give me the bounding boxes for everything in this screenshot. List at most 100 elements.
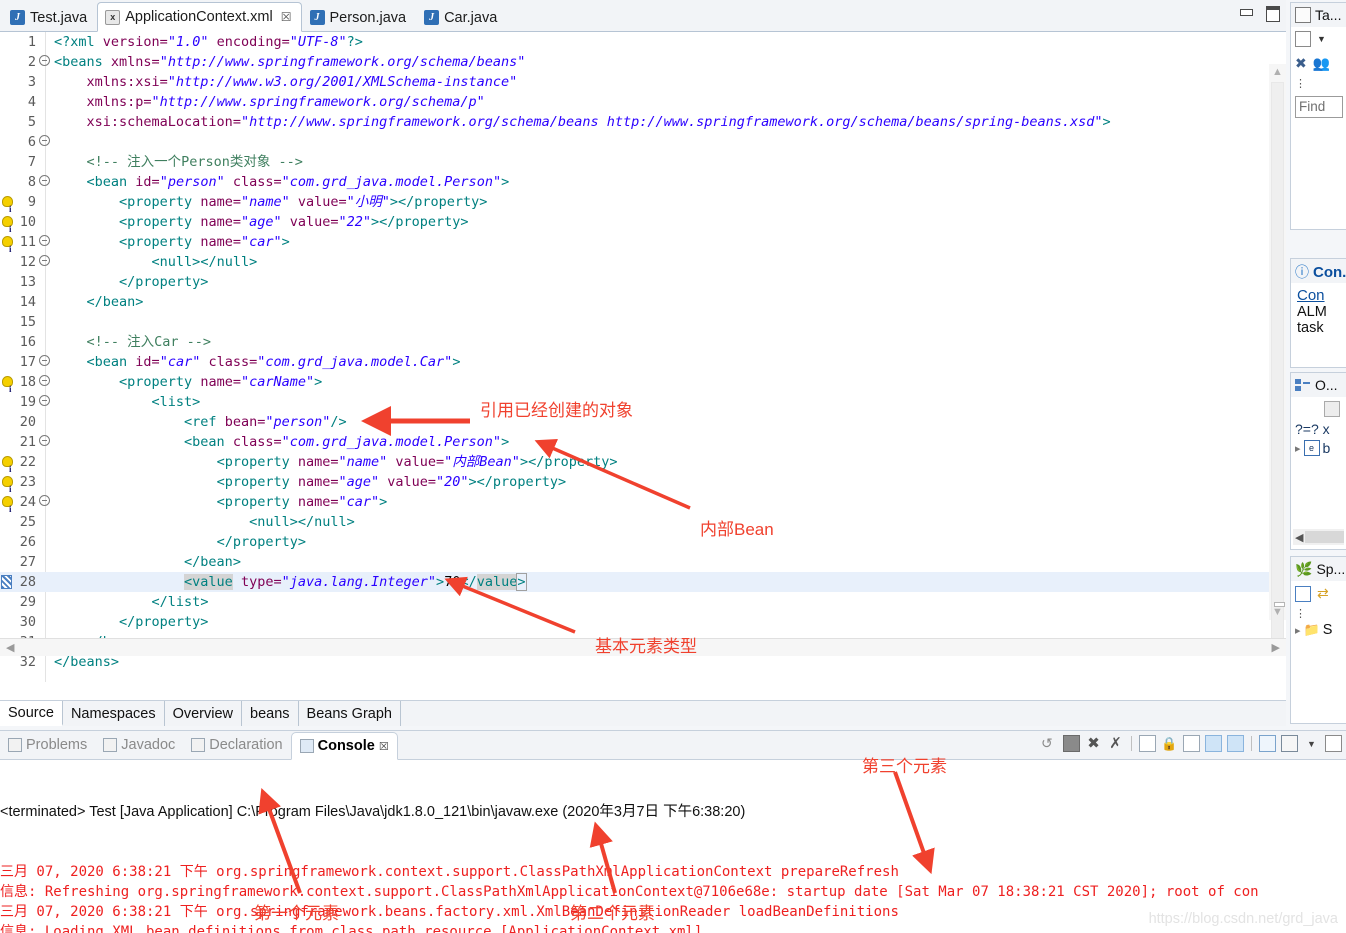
- scroll-right-icon[interactable]: ▶: [1266, 641, 1286, 654]
- collapse-all-icon[interactable]: [1295, 585, 1311, 602]
- code-line[interactable]: 17 <bean id="car" class="com.grd_java.mo…: [0, 352, 1286, 372]
- fold-toggle-icon[interactable]: [38, 252, 50, 272]
- console-output[interactable]: <terminated> Test [Java Application] C:\…: [0, 760, 1346, 933]
- maximize-icon[interactable]: [1264, 5, 1280, 22]
- scroll-left-icon[interactable]: ◀: [1293, 531, 1305, 544]
- filter-icon[interactable]: ✖: [1295, 55, 1307, 72]
- code-line[interactable]: 12 <null></null>: [0, 252, 1286, 272]
- code-line[interactable]: 28 <value type="java.lang.Integer">70</v…: [0, 572, 1286, 592]
- view-menu-icon[interactable]: ▼: [1303, 735, 1320, 752]
- spring-panel-title[interactable]: 🌿 Sp...: [1291, 557, 1346, 581]
- code-text[interactable]: <bean id="person" class="com.grd_java.mo…: [50, 172, 1286, 192]
- quick-fix-info-icon[interactable]: [2, 476, 14, 499]
- clear-console-icon[interactable]: [1139, 735, 1156, 752]
- code-line[interactable]: 19 <list>: [0, 392, 1286, 412]
- code-line[interactable]: 30 </property>: [0, 612, 1286, 632]
- find-input[interactable]: Find: [1295, 96, 1343, 118]
- code-text[interactable]: <property name="car">: [50, 232, 1286, 252]
- code-line[interactable]: 29 </list>: [0, 592, 1286, 612]
- view-menu-icon[interactable]: ⋮: [1295, 79, 1306, 90]
- word-wrap-icon[interactable]: [1183, 735, 1200, 752]
- pin-console-icon[interactable]: [1205, 735, 1222, 752]
- chevron-right-icon[interactable]: ▸: [1295, 624, 1301, 637]
- fold-toggle-icon[interactable]: [38, 492, 50, 512]
- outline-tree-item-1[interactable]: ▸ e b: [1295, 440, 1342, 456]
- code-text[interactable]: </property>: [50, 532, 1286, 552]
- code-text[interactable]: <property name="age" value="20"></proper…: [50, 472, 1286, 492]
- refresh-icon[interactable]: ↺: [1041, 735, 1058, 752]
- close-icon[interactable]: ☒: [379, 740, 389, 753]
- fold-toggle-icon[interactable]: [38, 372, 50, 392]
- code-lines[interactable]: 1 <?xml version="1.0" encoding="UTF-8"?> 2…: [0, 32, 1286, 682]
- bookmark-icon[interactable]: [1, 575, 12, 589]
- page-tab-source[interactable]: Source: [0, 701, 63, 726]
- code-line[interactable]: 8 <bean id="person" class="com.grd_java.…: [0, 172, 1286, 192]
- quick-fix-info-icon[interactable]: [2, 376, 14, 399]
- display-selected-console-icon[interactable]: [1227, 735, 1244, 752]
- close-icon[interactable]: ☒: [281, 10, 292, 24]
- code-text[interactable]: <ref bean="person"/>: [50, 412, 1286, 432]
- code-text[interactable]: <bean id="car" class="com.grd_java.model…: [50, 352, 1286, 372]
- page-tab-namespaces[interactable]: Namespaces: [63, 701, 165, 726]
- outline-panel-title[interactable]: O...: [1291, 373, 1346, 397]
- quick-fix-info-icon[interactable]: [2, 236, 14, 259]
- code-text[interactable]: <bean class="com.grd_java.model.Person">: [50, 432, 1286, 452]
- scroll-left-icon[interactable]: ◀: [0, 641, 20, 654]
- code-line[interactable]: 7 <!-- 注入一个Person类对象 -->: [0, 152, 1286, 172]
- code-line[interactable]: 21 <bean class="com.grd_java.model.Perso…: [0, 432, 1286, 452]
- code-text[interactable]: <list>: [50, 392, 1286, 412]
- code-line[interactable]: 26 </property>: [0, 532, 1286, 552]
- code-text[interactable]: <property name="carName">: [50, 372, 1286, 392]
- connect-panel-title[interactable]: ⓘ Con...: [1291, 259, 1346, 283]
- fold-toggle-icon[interactable]: [38, 172, 50, 192]
- outline-horizontal-scrollbar[interactable]: ◀: [1293, 529, 1344, 545]
- code-text[interactable]: <beans xmlns="http://www.springframework…: [50, 52, 1286, 72]
- code-text[interactable]: <!-- 注入Car -->: [50, 332, 1286, 352]
- tasks-panel-title[interactable]: Ta...: [1291, 3, 1346, 27]
- editor-tab-person-java[interactable]: J Person.java: [302, 2, 417, 32]
- page-tab-overview[interactable]: Overview: [165, 701, 243, 726]
- sidebar-panel-tasks[interactable]: Ta... ▼ ✖ 👥 ⋮ Find: [1290, 2, 1346, 230]
- fold-toggle-icon[interactable]: [38, 52, 50, 72]
- scroll-lock-icon[interactable]: 🔒: [1161, 735, 1178, 752]
- code-text[interactable]: <null></null>: [50, 512, 1286, 532]
- quick-fix-info-icon[interactable]: [2, 196, 14, 219]
- code-line[interactable]: 9 <property name="name" value="小明"></pro…: [0, 192, 1286, 219]
- remove-launch-icon[interactable]: ✖: [1085, 735, 1102, 752]
- vertical-scroll-thumb[interactable]: [1271, 82, 1284, 642]
- sidebar-panel-outline[interactable]: O... ?=? x ▸ e b ◀: [1290, 372, 1346, 550]
- code-line[interactable]: 20 <ref bean="person"/>: [0, 412, 1286, 432]
- code-text[interactable]: <property name="name" value="内部Bean"></p…: [50, 452, 1286, 472]
- fold-toggle-icon[interactable]: [38, 392, 50, 412]
- editor-tab-test-java[interactable]: J Test.java: [2, 2, 97, 32]
- minimize-icon[interactable]: [1238, 5, 1254, 19]
- fold-toggle-icon[interactable]: [38, 232, 50, 252]
- fold-toggle-icon[interactable]: [38, 132, 50, 152]
- connect-link[interactable]: Con: [1297, 287, 1340, 304]
- code-line[interactable]: 13 </property>: [0, 272, 1286, 292]
- code-text[interactable]: xsi:schemaLocation="http://www.springfra…: [50, 112, 1286, 132]
- code-line[interactable]: 3 xmlns:xsi="http://www.w3.org/2001/XMLS…: [0, 72, 1286, 92]
- code-line[interactable]: 14 </bean>: [0, 292, 1286, 312]
- console-minimize-icon[interactable]: [1325, 735, 1342, 752]
- page-tab-beans-graph[interactable]: Beans Graph: [299, 701, 401, 726]
- scroll-up-icon[interactable]: ▲: [1269, 66, 1286, 78]
- code-text[interactable]: </bean>: [50, 292, 1286, 312]
- code-text[interactable]: xmlns:xsi="http://www.w3.org/2001/XMLSch…: [50, 72, 1286, 92]
- console-tab-javadoc[interactable]: Javadoc: [95, 731, 183, 759]
- sidebar-panel-spring[interactable]: 🌿 Sp... ⇄ ⋮ ▸ 📁 S: [1290, 556, 1346, 724]
- outline-tree-item-0[interactable]: ?=? x: [1295, 421, 1342, 437]
- remove-all-launches-icon[interactable]: ✗: [1107, 735, 1124, 752]
- spring-tree-item[interactable]: ▸ 📁 S: [1291, 622, 1346, 638]
- code-line[interactable]: 5 xsi:schemaLocation="http://www.springf…: [0, 112, 1286, 132]
- console-tab-declaration[interactable]: Declaration: [183, 731, 290, 759]
- outline-tree[interactable]: ?=? x ▸ e b: [1291, 421, 1346, 456]
- new-task-icon[interactable]: [1295, 31, 1311, 47]
- code-line[interactable]: 23 <property name="age" value="20"></pro…: [0, 472, 1286, 499]
- code-line[interactable]: 6: [0, 132, 1286, 152]
- code-line[interactable]: 22 <property name="name" value="内部Bean">…: [0, 452, 1286, 479]
- quick-fix-info-icon[interactable]: [2, 496, 14, 519]
- page-tab-beans[interactable]: beans: [242, 701, 299, 726]
- code-text[interactable]: </bean>: [50, 552, 1286, 572]
- scroll-down-icon[interactable]: ▼: [1269, 606, 1286, 618]
